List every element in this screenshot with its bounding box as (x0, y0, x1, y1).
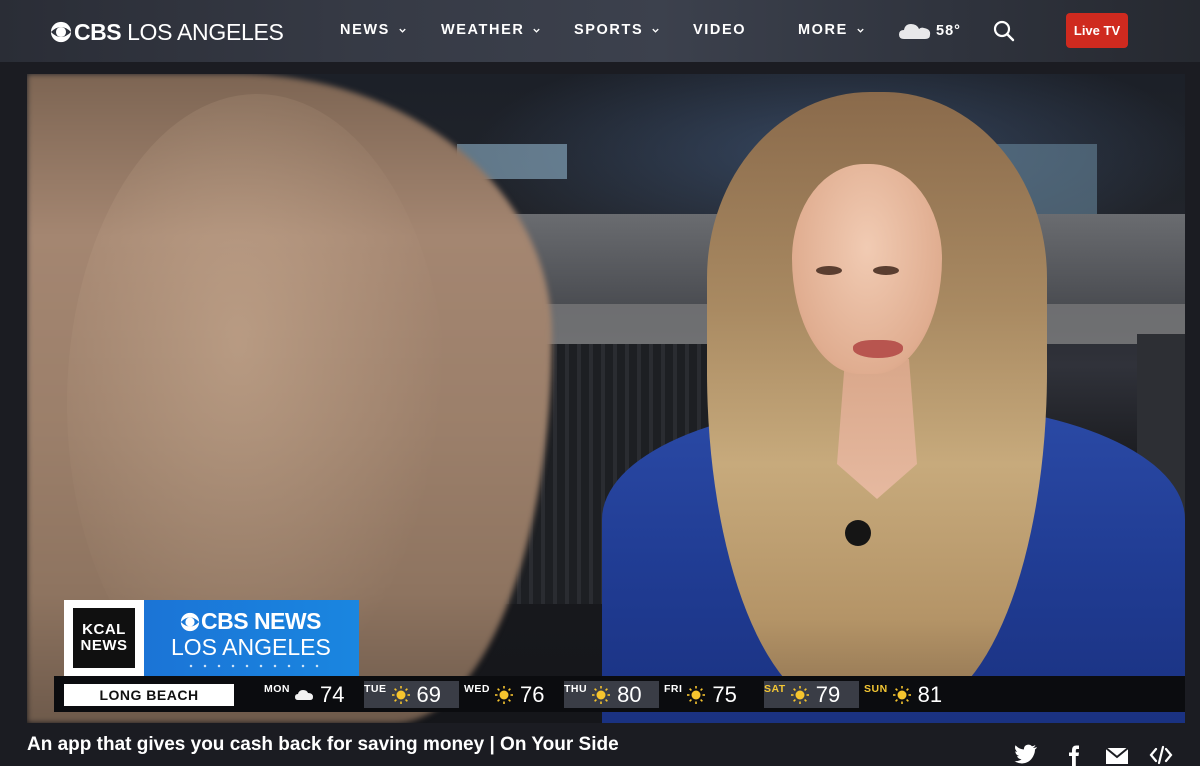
forecast-day-6: SAT 79 (764, 681, 859, 708)
nav-news-label: NEWS (340, 22, 390, 38)
video-title: An app that gives you cash back for savi… (27, 734, 619, 755)
cbs-eye-icon (180, 612, 200, 631)
twitter-icon[interactable] (1014, 744, 1038, 766)
sun-icon (592, 685, 611, 704)
header-temp: 58° (936, 23, 961, 39)
interviewee-eye (873, 266, 899, 275)
forecast-day-label: WED (464, 683, 490, 695)
cbs-los-angeles-logo[interactable]: CBS LOS ANGELES (50, 18, 284, 46)
facebook-icon[interactable] (1062, 744, 1086, 766)
logo-city: LOS ANGELES (127, 18, 284, 45)
chevron-down-icon (399, 28, 406, 33)
kcal-news-logo: KCAL NEWS (64, 600, 144, 676)
forecast-temp: 69 (416, 681, 441, 707)
forecast-day-1: MON 74 (264, 681, 359, 708)
nav-sports[interactable]: SPORTS (574, 22, 660, 38)
site-header: CBS LOS ANGELES NEWS WEATHER SPORTS VIDE… (0, 0, 1200, 62)
nav-weather-label: WEATHER (441, 22, 525, 38)
forecast-day-2: TUE 69 (364, 681, 459, 708)
weather-ticker: LONG BEACH MON 74 TUE 69 WED 76 THU 80 FRI 75 SAT 7… (54, 676, 1185, 712)
kcal-news-badge: KCAL NEWS (73, 608, 135, 668)
banner-dots (184, 663, 324, 669)
forecast-day-7: SUN 81 (864, 681, 959, 708)
sun-icon (495, 685, 513, 704)
nav-sports-label: SPORTS (574, 22, 644, 38)
cbs-eye-icon (50, 21, 72, 43)
cloud-icon (295, 689, 313, 700)
header-weather[interactable]: 58° (898, 20, 961, 42)
kcal-line1: KCAL (82, 621, 126, 638)
nav-more[interactable]: MORE (798, 22, 865, 38)
forecast-day-label: TUE (364, 683, 387, 695)
forecast-temp: 81 (917, 681, 943, 707)
forecast-temp: 74 (320, 681, 345, 707)
sun-icon (391, 685, 410, 704)
search-icon[interactable] (993, 20, 1015, 42)
interviewee-eye (816, 266, 842, 275)
nav-weather[interactable]: WEATHER (441, 22, 541, 38)
nav-video-label: VIDEO (693, 22, 747, 38)
kcal-line2: NEWS (80, 637, 128, 654)
forecast-day-label: SAT (764, 683, 786, 695)
forecast-day-label: MON (264, 683, 290, 695)
cloud-icon (899, 24, 931, 39)
cbs-news-logo: CBS NEWS (180, 608, 321, 635)
nav-more-label: MORE (798, 22, 848, 38)
forecast-temp: 80 (617, 681, 642, 707)
cbs-news-la-banner: CBS NEWS LOS ANGELES (144, 600, 359, 676)
logo-brand: CBS (74, 18, 122, 45)
forecast-day-label: THU (564, 683, 588, 695)
sun-icon (790, 685, 809, 704)
banner-brand: CBS NEWS (201, 608, 321, 634)
nav-video[interactable]: VIDEO (693, 22, 746, 38)
lapel-microphone (845, 520, 871, 546)
forecast-day-4: THU 80 (564, 681, 659, 708)
video-player[interactable]: KCAL NEWS CBS NEWS LOS ANGELES LONG BEAC… (27, 74, 1185, 723)
forecast-temp: 75 (712, 681, 737, 707)
forecast-day-label: SUN (864, 683, 888, 695)
chevron-down-icon (652, 28, 659, 33)
chevron-down-icon (857, 28, 864, 33)
ticker-location: LONG BEACH (64, 684, 234, 706)
forecast-day-label: FRI (664, 683, 683, 695)
live-tv-button[interactable]: Live TV (1066, 13, 1128, 48)
banner-city: LOS ANGELES (171, 634, 331, 660)
embed-icon[interactable] (1149, 744, 1173, 766)
sun-icon (892, 685, 911, 704)
chevron-down-icon (533, 28, 541, 33)
forecast-day-3: WED 76 (464, 681, 559, 708)
interviewee-smile (853, 340, 903, 358)
forecast-day-5: FRI 75 (664, 681, 759, 708)
email-icon[interactable] (1105, 744, 1129, 766)
forecast-temp: 79 (815, 681, 841, 707)
sun-icon (687, 685, 706, 704)
forecast-temp: 76 (520, 681, 545, 707)
nav-news[interactable]: NEWS (340, 22, 407, 38)
